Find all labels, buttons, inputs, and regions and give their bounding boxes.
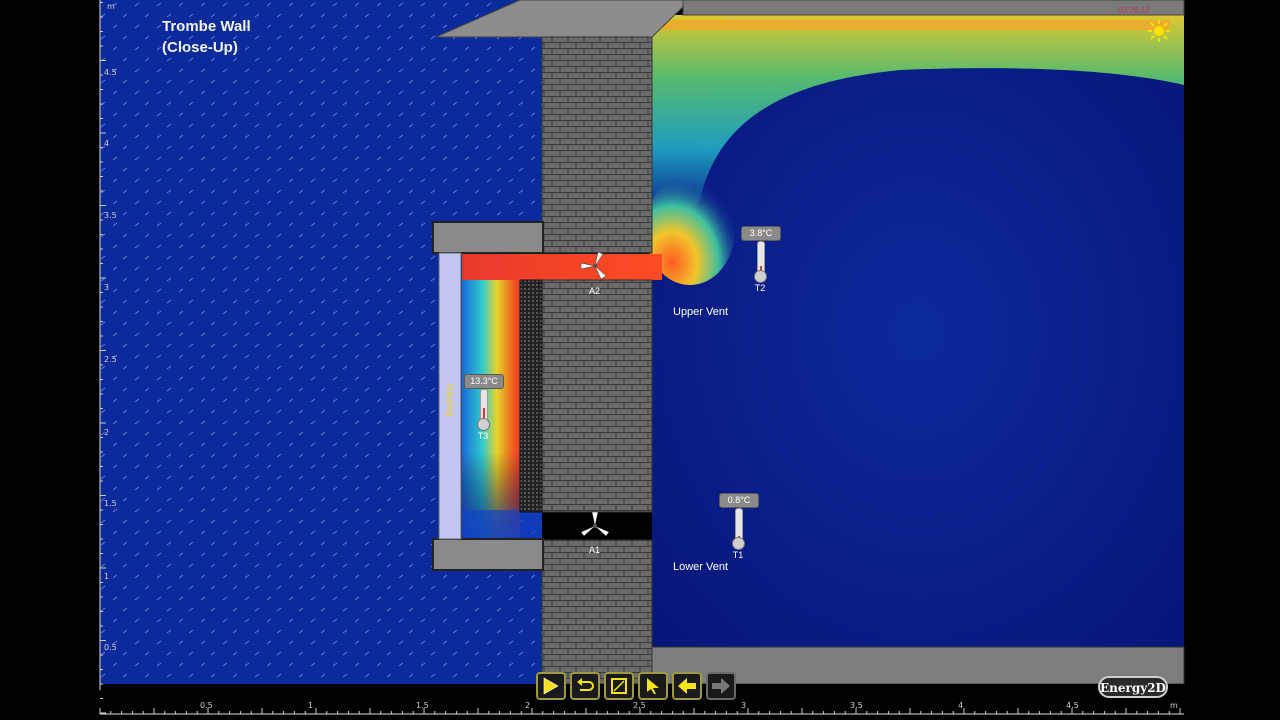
upper-vent-flow (462, 254, 662, 280)
snapshot-button[interactable] (604, 672, 634, 700)
horizontal-ruler-label: 4 (958, 701, 963, 710)
thermometer-bulb (754, 270, 767, 283)
horizontal-ruler-label: 1.5 (416, 701, 429, 710)
anemometer-a1-label: A1 (589, 545, 601, 555)
snapshot-icon (611, 678, 627, 694)
ceiling-slab (682, 0, 1185, 16)
thermometer-reading: 0.8°C (719, 493, 759, 508)
title-line: Trombe Wall (162, 18, 251, 35)
horizontal-ruler-label: 2 (525, 701, 530, 710)
ceiling-hot-layer (652, 20, 1170, 30)
horizontal-ruler-label: 3 (741, 701, 746, 710)
absorber-plate (519, 279, 543, 513)
horizontal-ruler-label: 4.5 (1066, 701, 1079, 710)
play-icon (543, 677, 559, 695)
lower-cold-flow (462, 510, 542, 540)
sun-icon[interactable] (1148, 20, 1170, 42)
vertical-ruler-label: 1.5 (104, 499, 117, 508)
vertical-ruler-unit: m (107, 2, 115, 11)
energy2d-logo: Energy2D (1098, 676, 1168, 698)
simulation-canvas[interactable]: 4.543.532.521.510.5m0.5 1 1.5 2 2.5 3 3.5 4 4.5 m (0, 0, 1280, 720)
pointer-icon (647, 678, 659, 694)
select-button[interactable] (638, 672, 668, 700)
thermometer-name: T3 (477, 431, 489, 441)
reset-button[interactable] (570, 672, 600, 700)
lower-overhang (432, 538, 544, 571)
vertical-ruler-label: 4 (104, 139, 109, 148)
upper-overhang (432, 221, 544, 254)
subtitle-line: (Close-Up) (162, 39, 238, 56)
anemometer-a1[interactable] (580, 511, 610, 537)
thermometer-name: T1 (732, 550, 744, 560)
simulation-toolbar (536, 672, 736, 704)
arrow-right-icon (712, 678, 730, 694)
vertical-ruler-label: 2 (104, 428, 109, 437)
reset-icon (577, 678, 594, 691)
horizontal-ruler-label: 3.5 (850, 701, 863, 710)
thermometer-t1[interactable]: 0.8°C T1 (719, 493, 759, 563)
thermometer-name: T2 (754, 283, 766, 293)
glazing-label: Glazing (445, 383, 455, 417)
run-button[interactable] (536, 672, 566, 700)
arrow-left-icon (678, 678, 696, 694)
vertical-ruler-label: 4.5 (104, 68, 117, 77)
vertical-ruler-label: 2.5 (104, 355, 117, 364)
brick-wall-upper (541, 36, 653, 254)
timer-readout: 03:26:22 (1118, 6, 1150, 15)
thermometer-t2[interactable]: 3.8°C T2 (741, 226, 781, 296)
horizontal-ruler-label: 0.5 (200, 701, 213, 710)
brick-wall-lower (541, 539, 653, 685)
thermometer-t3[interactable]: 13.3°C T3 (464, 374, 504, 444)
upper-vent-label: Upper Vent (673, 306, 729, 318)
vertical-ruler-label: 3 (104, 283, 109, 292)
horizontal-ruler-unit: m (1170, 701, 1178, 710)
thermometer-bulb (477, 418, 490, 431)
vertical-ruler-label: 3.5 (104, 211, 117, 220)
thermometer-reading: 13.3°C (464, 374, 504, 389)
thermometer-bulb (732, 537, 745, 550)
anemometer-a2-label: A2 (589, 286, 601, 296)
previous-button[interactable] (672, 672, 702, 700)
brick-wall-middle (541, 279, 653, 513)
next-button[interactable] (706, 672, 736, 700)
thermometer-reading: 3.8°C (741, 226, 781, 241)
vertical-ruler-label: 1 (104, 572, 109, 581)
page-title: Trombe Wall (Close-Up) (162, 16, 251, 58)
horizontal-ruler-label: 1 (308, 701, 313, 710)
vertical-ruler-label: 0.5 (104, 643, 117, 652)
